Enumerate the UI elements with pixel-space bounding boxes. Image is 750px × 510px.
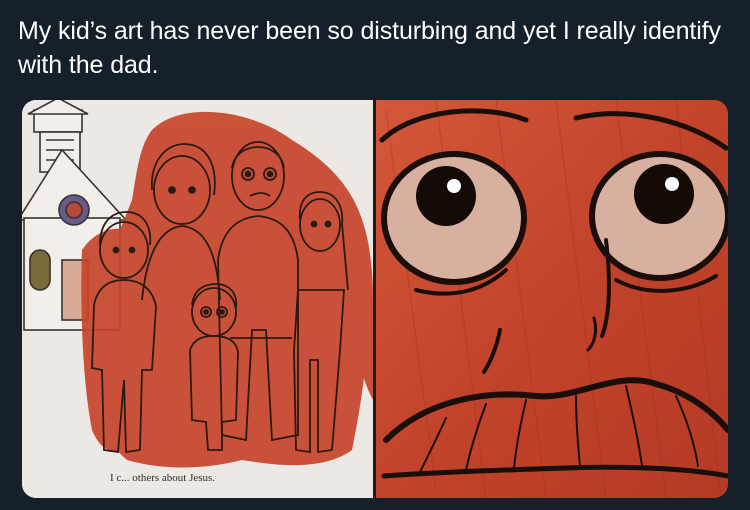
- dad-face-closeup-drawing: [376, 100, 728, 498]
- coloring-page-drawing: [22, 100, 373, 498]
- dad-face-closeup-photo[interactable]: [376, 100, 728, 498]
- coloring-page-photo[interactable]: I c... others about Jesus.: [22, 100, 373, 498]
- tweet-media[interactable]: I c... others about Jesus.: [22, 100, 728, 498]
- book-caption: I c... others about Jesus.: [110, 472, 216, 484]
- tweet-text: My kid’s art has never been so disturbin…: [18, 17, 721, 79]
